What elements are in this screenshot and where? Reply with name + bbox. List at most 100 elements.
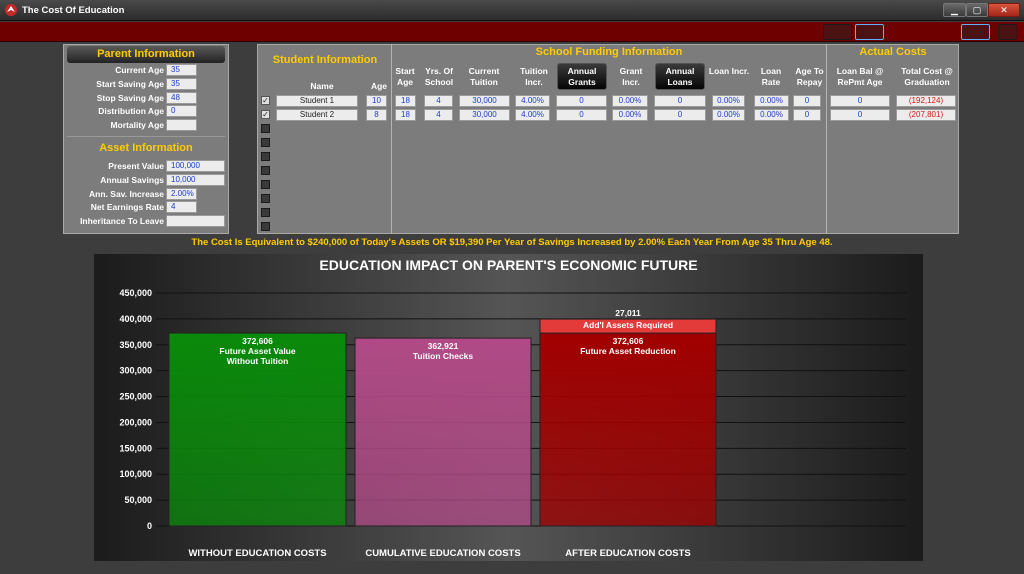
funding-detail-button[interactable]: Annual Loans: [655, 63, 705, 90]
actual-costs-title: Actual Costs: [859, 46, 927, 58]
student-checkbox[interactable]: ✓: [261, 96, 270, 105]
funding-cell-input[interactable]: 0.00%: [612, 95, 648, 107]
student-name-input[interactable]: Student 1: [276, 95, 358, 107]
field-label: Current Age: [115, 65, 164, 75]
funding-cell-input[interactable]: 30,000: [459, 95, 510, 107]
funding-cell-input[interactable]: 0.00%: [612, 109, 648, 121]
funding-cell-input[interactable]: 4: [424, 95, 453, 107]
parent-field-input[interactable]: [166, 119, 197, 132]
funding-cell-input[interactable]: 0: [793, 109, 821, 121]
funding-cell-input[interactable]: 0.00%: [754, 109, 789, 121]
stack-label: Add'l Assets Required: [583, 320, 673, 330]
y-tick-label: 300,000: [119, 366, 152, 376]
funding-cell-input[interactable]: 0: [556, 95, 607, 107]
funding-cell-input[interactable]: 0.00%: [712, 109, 745, 121]
student-checkbox[interactable]: [261, 166, 270, 175]
student-checkbox[interactable]: ✓: [261, 110, 270, 119]
field-label: Net Earnings Rate: [90, 202, 164, 213]
stack-value-label: 27,011: [615, 308, 641, 318]
funding-cell-input[interactable]: 4.00%: [515, 109, 550, 121]
toolbar-print-button[interactable]: [823, 24, 852, 40]
funding-cell-input[interactable]: 0: [654, 109, 706, 121]
student-checkbox[interactable]: [261, 222, 270, 231]
asset-field-input[interactable]: 4: [166, 201, 197, 214]
window-title: The Cost Of Education: [22, 5, 125, 16]
student-name-input[interactable]: Student 2: [276, 109, 358, 121]
parent-field-input[interactable]: 0: [166, 105, 197, 118]
funding-col-header: Loan Incr.: [708, 66, 750, 76]
actual-col-header: Total Cost @ Graduation: [901, 66, 953, 87]
student-age-input[interactable]: 10: [366, 95, 387, 107]
field-label: Stop Saving Age: [96, 92, 164, 103]
bar-value-label: 362,921: [428, 341, 459, 351]
funding-col-header: Yrs. Of School: [424, 66, 454, 87]
asset-field-input[interactable]: [166, 215, 225, 228]
funding-cell-input[interactable]: 0.00%: [754, 95, 789, 107]
funding-col-header: Age To Repay: [795, 66, 824, 87]
field-label: Annual Savings: [100, 174, 164, 185]
funding-col-header: Current Tuition: [468, 66, 500, 87]
bar-value-label: 372,606: [242, 336, 273, 346]
asset-field-input[interactable]: 2.00%: [166, 187, 197, 200]
summary-text: The Cost Is Equivalent to $240,000 of To…: [191, 237, 833, 248]
actual-col-header: Loan Bal @ RePmt Age: [836, 66, 884, 87]
close-button[interactable]: ✕: [988, 3, 1020, 17]
asset-field-input[interactable]: 100,000: [166, 160, 225, 172]
y-tick-label: 200,000: [119, 417, 152, 427]
student-checkbox[interactable]: [261, 124, 270, 133]
funding-cell-input[interactable]: 0: [793, 95, 821, 107]
x-category-label: AFTER EDUCATION COSTS: [565, 548, 690, 559]
y-tick-label: 350,000: [119, 340, 152, 350]
loan-balance-cell: 0: [830, 95, 890, 107]
toolbar-exit-icon[interactable]: [998, 24, 1018, 40]
asset-field-input[interactable]: 10,000: [166, 173, 225, 186]
y-tick-label: 400,000: [119, 314, 152, 324]
parent-field-input[interactable]: 35: [166, 77, 197, 90]
col-name-header: Name: [310, 81, 334, 91]
minimize-button[interactable]: ▁: [943, 3, 966, 17]
field-label: Start Saving Age: [96, 78, 164, 89]
total-cost-cell: (192,124): [896, 95, 956, 107]
loan-balance-cell: 0: [830, 109, 890, 121]
student-checkbox[interactable]: [261, 180, 270, 189]
parent-field-input[interactable]: 48: [166, 91, 197, 104]
funding-col-header: Grant Incr.: [619, 66, 643, 87]
toolbar-chart-button[interactable]: [855, 24, 884, 40]
bar-label: Tuition Checks: [413, 351, 474, 361]
funding-cell-input[interactable]: 30,000: [459, 109, 510, 121]
funding-cell-input[interactable]: 0: [556, 109, 607, 121]
funding-col-header: Tuition Incr.: [520, 66, 548, 87]
maximize-button[interactable]: ▢: [966, 3, 988, 17]
bar-label: Future Asset Reduction: [580, 346, 676, 356]
student-checkbox[interactable]: [261, 138, 270, 147]
col-age-header: Age: [370, 81, 388, 91]
funding-detail-button[interactable]: Annual Grants: [557, 63, 607, 90]
bar: [354, 337, 532, 527]
y-tick-label: 150,000: [119, 443, 152, 453]
parent-field-input[interactable]: 35: [166, 64, 197, 76]
funding-cell-input[interactable]: 4.00%: [515, 95, 550, 107]
y-tick-label: 100,000: [119, 469, 152, 479]
funding-cell-input[interactable]: 0: [654, 95, 706, 107]
funding-cell-input[interactable]: 18: [395, 109, 416, 121]
y-tick-label: 250,000: [119, 392, 152, 402]
y-tick-label: 0: [147, 521, 152, 531]
student-info-title: Student Information: [272, 54, 378, 66]
student-checkbox[interactable]: [261, 208, 270, 217]
toolbar-help-button[interactable]: [961, 24, 990, 40]
field-label: Ann. Sav. Increase: [89, 188, 164, 199]
field-label: Inheritance To Leave: [80, 216, 164, 227]
app-logo-icon: [5, 4, 17, 16]
divider: [67, 136, 225, 137]
student-age-input[interactable]: 8: [366, 109, 387, 121]
funding-cell-input[interactable]: 4: [424, 109, 453, 121]
bar-chart: 0 50,000 100,000 150,000 200,000 250,000 300,0…: [119, 288, 906, 559]
student-checkbox[interactable]: [261, 152, 270, 161]
funding-cell-input[interactable]: 18: [395, 95, 416, 107]
x-category-label: CUMULATIVE EDUCATION COSTS: [365, 548, 520, 559]
student-checkbox[interactable]: [261, 194, 270, 203]
parent-info-title: Parent Information: [97, 48, 195, 60]
funding-col-header: Loan Rate: [760, 66, 782, 87]
funding-cell-input[interactable]: 0.00%: [712, 95, 745, 107]
total-cost-cell: (207,801): [896, 109, 956, 121]
